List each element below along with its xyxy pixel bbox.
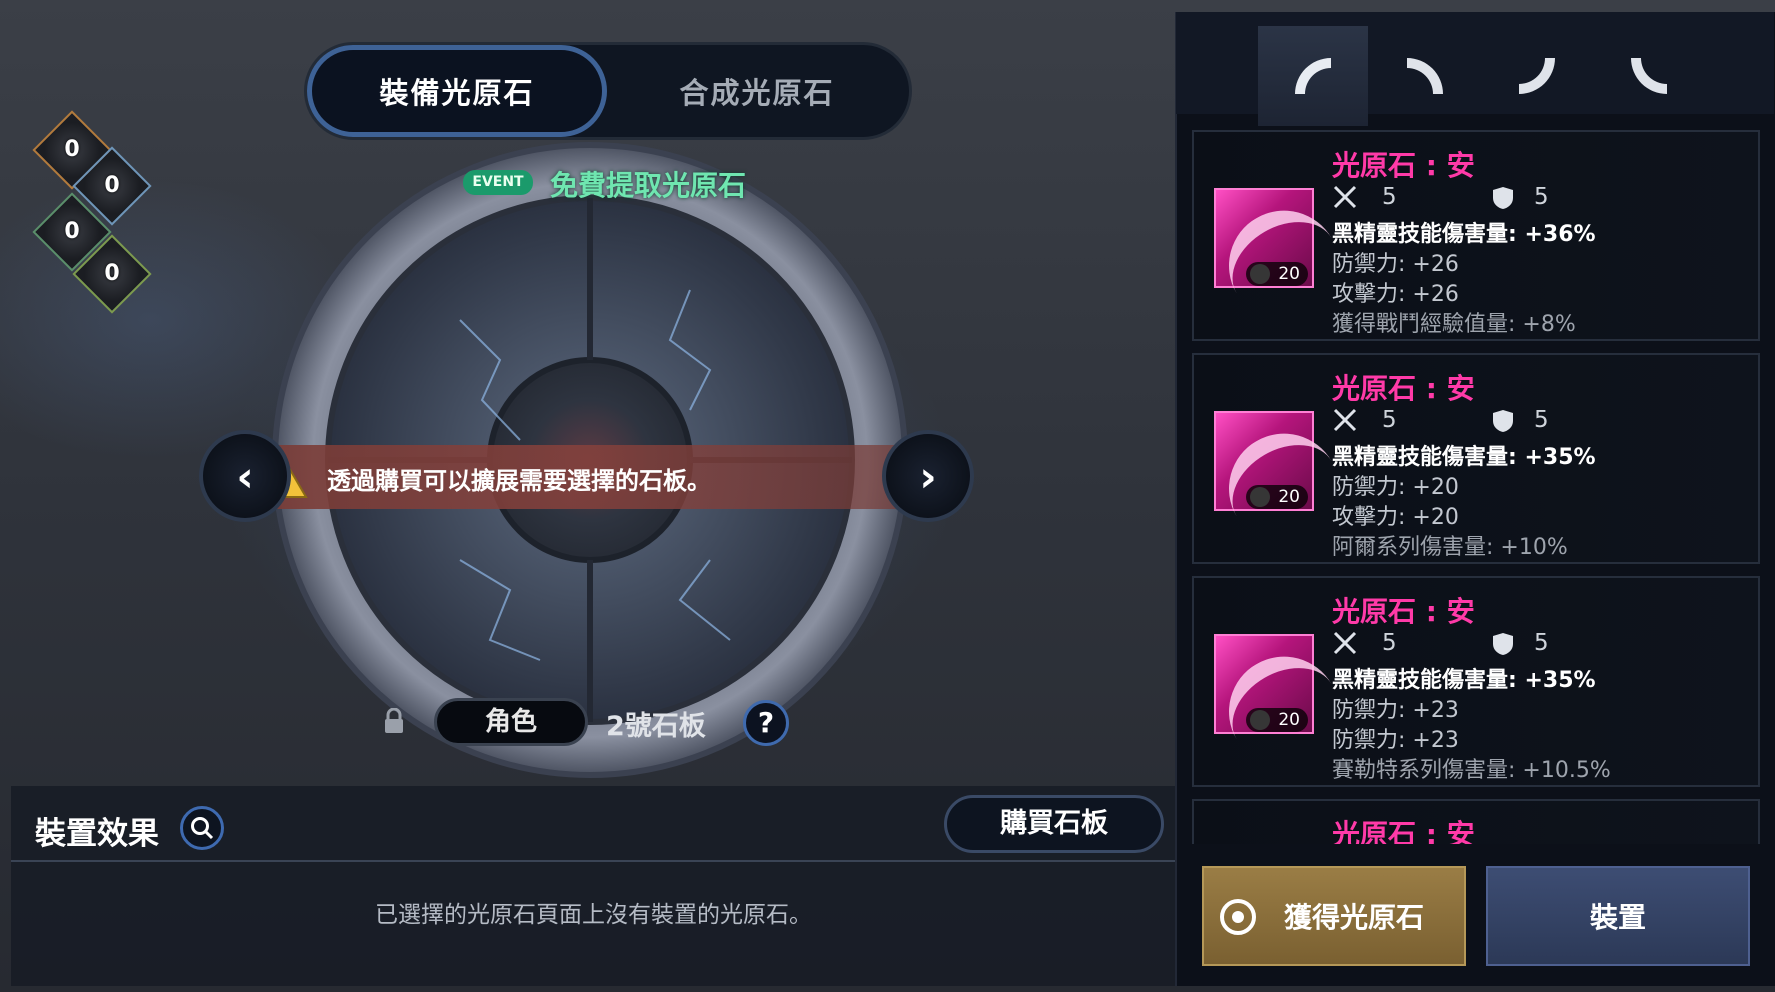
lightstone-base-stats: 5 5 [1332, 407, 1582, 435]
top-tab-bar: 裝備光原石 合成光原石 [304, 42, 912, 140]
lightstone-target-icon [1220, 899, 1256, 935]
lightstone-stat-line: 防禦力: +23 [1332, 698, 1459, 723]
defense-value: 5 [1534, 630, 1549, 656]
lightstone-level: 20 [1246, 485, 1308, 509]
lock-icon [385, 708, 403, 733]
arc-top-left-icon [1295, 58, 1331, 94]
help-button[interactable]: ? [743, 700, 789, 746]
attack-value: 5 [1382, 630, 1397, 656]
next-slab-button[interactable]: › [882, 430, 974, 522]
crossed-swords-icon [1333, 185, 1357, 209]
lightstone-stat-line: 攻擊力: +26 [1332, 282, 1459, 307]
tab-slot-bottom-left[interactable] [1482, 26, 1592, 126]
tab-slot-top-left[interactable] [1258, 26, 1368, 126]
shield-icon [1493, 633, 1513, 655]
equip-effect-title: 裝置效果 [35, 816, 159, 852]
lightstone-card[interactable]: 20 光原石 : 安 5 5 黑精靈技能傷害量: +35% 防禦力: +20 攻… [1192, 353, 1760, 564]
lightstone-stat-line: 黑精靈技能傷害量: +35% [1332, 668, 1596, 693]
lightstone-name: 光原石 : 安 [1332, 372, 1475, 405]
buy-slab-button[interactable]: 購買石板 [944, 795, 1164, 853]
search-icon [191, 817, 214, 840]
equip-button[interactable]: 裝置 [1486, 866, 1750, 966]
effect-divider [11, 860, 1176, 862]
lightstone-stat-line: 獲得戰鬥經驗值量: +8% [1332, 312, 1576, 337]
crossed-swords-icon [1333, 408, 1357, 432]
effect-search-button[interactable] [180, 806, 224, 850]
lightstone-card[interactable]: 20 光原石 : 安 5 5 黑精靈技能傷害量: +35% 防禦力: +23 防… [1192, 576, 1760, 787]
lightstone-name: 光原石 : 安 [1332, 595, 1475, 628]
crossed-swords-icon [1333, 631, 1357, 655]
shield-icon [1493, 410, 1513, 432]
lightstone-stat-line: 防禦力: +26 [1332, 252, 1459, 277]
attack-value: 5 [1382, 184, 1397, 210]
lightstone-base-stats: 5 5 [1332, 184, 1582, 212]
defense-value: 5 [1534, 407, 1549, 433]
arc-top-right-icon [1407, 58, 1443, 94]
lightstone-name: 光原石 : 安 [1332, 818, 1475, 844]
warning-text: 透過購買可以擴展需要選擇的石板。 [327, 467, 711, 495]
earth-element-count: 0 [104, 261, 120, 286]
slot-tab-bar [1176, 12, 1774, 126]
event-badge: EVENT [463, 170, 533, 195]
lightstone-stat-line: 攻擊力: +20 [1332, 505, 1459, 530]
arc-bottom-left-icon [1519, 58, 1555, 94]
shield-icon [1493, 187, 1513, 209]
lightstone-level: 20 [1246, 262, 1308, 286]
lightstone-level: 20 [1246, 708, 1308, 732]
lightstone-stat-line: 防禦力: +20 [1332, 475, 1459, 500]
lightstone-stat-line: 黑精靈技能傷害量: +36% [1332, 222, 1596, 247]
defense-value: 5 [1534, 184, 1549, 210]
lightstone-stat-line: 阿爾系列傷害量: +10% [1332, 535, 1568, 560]
tab-synth-lightstone[interactable]: 合成光原石 [607, 45, 907, 137]
free-lightstone-event-link[interactable]: 免費提取光原石 [550, 164, 746, 204]
role-selector[interactable]: 角色 [434, 698, 588, 746]
tab-slot-top-right[interactable] [1370, 26, 1480, 126]
tab-slot-bottom-right[interactable] [1594, 26, 1704, 126]
lightstone-stat-line: 黑精靈技能傷害量: +35% [1332, 445, 1596, 470]
attack-value: 5 [1382, 407, 1397, 433]
lightstone-name: 光原石 : 安 [1332, 149, 1475, 182]
lightstone-base-stats: 5 5 [1332, 630, 1582, 658]
lightstone-list[interactable]: 20 光原石 : 安 5 5 黑精靈技能傷害量: +36% 防禦力: +26 攻… [1188, 128, 1763, 844]
tab-equip-lightstone[interactable]: 裝備光原石 [307, 45, 607, 137]
lightstone-card[interactable]: 光原石 : 安 [1192, 799, 1760, 844]
lightstone-card[interactable]: 20 光原石 : 安 5 5 黑精靈技能傷害量: +36% 防禦力: +26 攻… [1192, 130, 1760, 341]
obtain-lightstone-label: 獲得光原石 [1283, 901, 1424, 934]
arc-bottom-right-icon [1631, 58, 1667, 94]
prev-slab-button[interactable]: ‹ [199, 430, 291, 522]
slab-name: 2號石板 [606, 711, 706, 742]
effect-empty-message: 已選擇的光原石頁面上沒有裝置的光原石。 [375, 902, 812, 928]
lightstone-stat-line: 防禦力: +23 [1332, 728, 1459, 753]
lightstone-stat-line: 賽勒特系列傷害量: +10.5% [1332, 758, 1611, 783]
